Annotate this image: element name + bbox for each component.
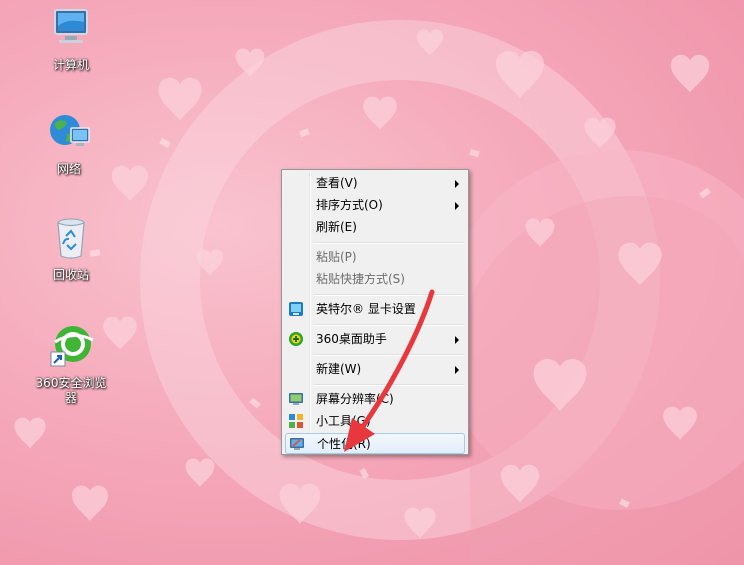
recycle-bin-icon: [57, 218, 85, 259]
menu-item-label: 刷新(E): [316, 220, 357, 234]
menu-item-label: 查看(V): [316, 176, 358, 190]
menu-item-intel-graphics[interactable]: 英特尔® 显卡设置: [285, 299, 465, 320]
desktop-icon-label: 360安全浏览器: [35, 376, 107, 405]
menu-separator: [313, 294, 464, 296]
menu-item-360-desktop-helper[interactable]: 360桌面助手: [285, 329, 465, 350]
menu-item-view[interactable]: 查看(V): [285, 173, 465, 194]
screen-resolution-icon: [289, 393, 303, 405]
menu-item-refresh[interactable]: 刷新(E): [285, 217, 465, 238]
menu-item-label: 屏幕分辨率(C): [316, 392, 394, 406]
submenu-arrow-icon: [455, 366, 459, 374]
menu-separator: [313, 324, 464, 326]
network-icon: [50, 115, 90, 146]
menu-separator: [313, 354, 464, 356]
menu-item-label: 粘贴快捷方式(S): [316, 272, 405, 286]
desktop[interactable]: 计算机 网络 回收站 360安全浏览器 查看(V) 排序方式(O) 刷新(E) …: [0, 0, 744, 565]
menu-item-screen-resolution[interactable]: 屏幕分辨率(C): [285, 389, 465, 410]
menu-separator: [313, 384, 464, 386]
desktop-helper-360-icon: [289, 332, 303, 346]
desktop-icon-recycle-bin[interactable]: 回收站: [33, 214, 109, 283]
desktop-icon-label: 网络: [56, 162, 81, 176]
menu-item-paste: 粘贴(P): [285, 247, 465, 268]
menu-item-gadgets[interactable]: 小工具(G): [285, 411, 465, 432]
menu-item-personalize[interactable]: 个性化(R): [285, 433, 465, 454]
menu-item-label: 英特尔® 显卡设置: [316, 302, 416, 316]
submenu-arrow-icon: [455, 202, 459, 210]
desktop-icon-label: 计算机: [52, 58, 89, 72]
browser-360-icon: [50, 326, 94, 367]
desktop-context-menu: 查看(V) 排序方式(O) 刷新(E) 粘贴(P) 粘贴快捷方式(S) 英特尔®…: [281, 169, 469, 455]
computer-icon: [54, 9, 88, 43]
submenu-arrow-icon: [455, 180, 459, 188]
personalize-icon: [290, 438, 304, 450]
desktop-icon-network[interactable]: 网络: [31, 108, 107, 177]
menu-item-label: 粘贴(P): [316, 250, 357, 264]
menu-item-label: 小工具(G): [316, 414, 371, 428]
menu-item-label: 个性化(R): [317, 437, 371, 451]
menu-item-label: 360桌面助手: [316, 332, 387, 346]
menu-item-new[interactable]: 新建(W): [285, 359, 465, 380]
desktop-icon-360-browser[interactable]: 360安全浏览器: [33, 322, 109, 406]
menu-item-label: 排序方式(O): [316, 198, 383, 212]
menu-item-paste-shortcut: 粘贴快捷方式(S): [285, 269, 465, 290]
menu-item-label: 新建(W): [316, 362, 362, 376]
desktop-icon-computer[interactable]: 计算机: [33, 4, 109, 73]
submenu-arrow-icon: [455, 336, 459, 344]
gadgets-icon: [289, 414, 303, 428]
menu-separator: [313, 242, 464, 244]
intel-graphics-icon: [289, 302, 303, 316]
desktop-icon-label: 回收站: [52, 268, 89, 282]
menu-item-sort-by[interactable]: 排序方式(O): [285, 195, 465, 216]
